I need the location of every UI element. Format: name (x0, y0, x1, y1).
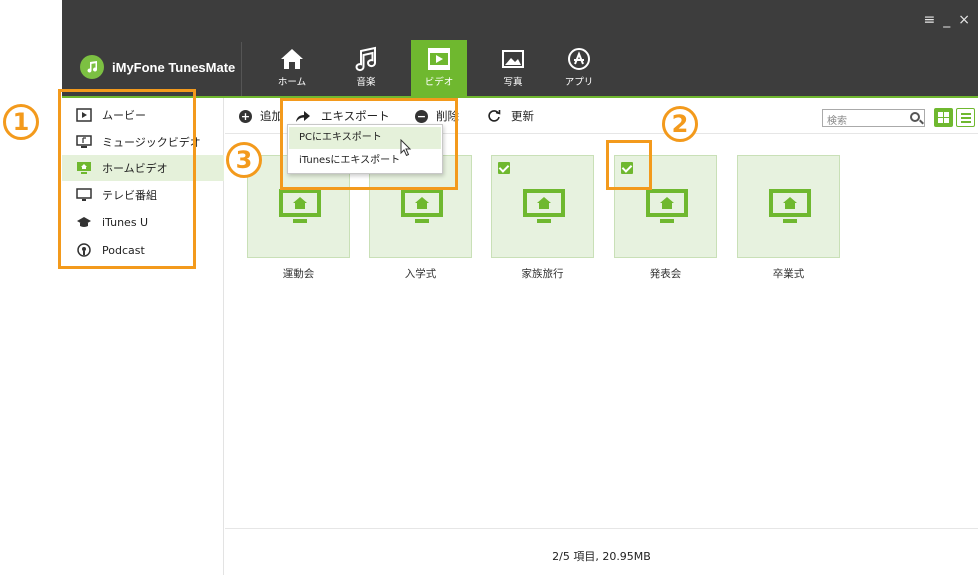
tab-photos[interactable]: 写真 (485, 40, 541, 96)
brand-divider (241, 42, 242, 98)
tab-music[interactable]: 音楽 (338, 40, 394, 96)
annotation-number-2: 2 (662, 106, 698, 142)
video-title: 入学式 (404, 268, 437, 280)
tab-apps-label: アプリ (564, 77, 594, 88)
home-video-icon (279, 189, 321, 223)
annotation-box-sidebar (58, 89, 196, 269)
search-icon[interactable] (910, 112, 920, 122)
search-placeholder: 検索 (827, 116, 847, 127)
music-note-icon (355, 46, 377, 72)
app-window: ≡ _ × iMyFone TunesMate ホーム 音楽 ビデオ 写真 アプリ … (0, 0, 978, 575)
app-logo-icon (80, 55, 104, 79)
refresh-icon (488, 110, 501, 122)
list-view-button[interactable] (956, 108, 975, 127)
app-name: iMyFone TunesMate (112, 59, 236, 75)
window-controls: ≡ _ × (920, 12, 974, 28)
grid-view-button[interactable] (934, 108, 953, 127)
video-card[interactable] (491, 155, 594, 258)
home-icon (281, 49, 303, 69)
annotation-box-export (280, 98, 458, 190)
home-video-icon (769, 189, 811, 223)
annotation-number-3: 3 (226, 142, 262, 178)
tab-apps[interactable]: アプリ (551, 40, 607, 96)
annotation-box-checkbox (606, 140, 652, 190)
tab-video[interactable]: ビデオ (411, 40, 467, 96)
tab-music-label: 音楽 (356, 77, 376, 88)
status-bar: 2/5 項目, 20.95MB (225, 528, 978, 575)
tab-photos-label: 写真 (503, 77, 523, 88)
brand: iMyFone TunesMate (80, 52, 235, 82)
add-button[interactable]: + 追加 (239, 108, 283, 124)
video-checkbox[interactable] (498, 162, 510, 174)
video-title: 卒業式 (772, 268, 805, 280)
search-input[interactable]: 検索 (822, 109, 925, 127)
annotation-number-1: 1 (3, 104, 39, 140)
minimize-button[interactable]: _ (943, 12, 954, 28)
home-video-icon (523, 189, 565, 223)
video-card[interactable] (737, 155, 840, 258)
home-video-icon (646, 189, 688, 223)
menu-icon[interactable]: ≡ (924, 12, 940, 28)
tab-video-label: ビデオ (424, 77, 454, 88)
tab-home[interactable]: ホーム (264, 40, 320, 96)
close-button[interactable]: × (958, 12, 974, 28)
refresh-button[interactable]: 更新 (487, 108, 534, 124)
plus-icon: + (239, 109, 252, 123)
refresh-button-label: 更新 (511, 109, 534, 123)
status-text: 2/5 項目, 20.95MB (552, 550, 651, 563)
app-store-icon (568, 48, 590, 70)
video-title: 家族旅行 (521, 268, 564, 280)
tab-home-label: ホーム (277, 77, 307, 88)
video-title: 発表会 (649, 268, 682, 280)
video-icon (428, 48, 450, 70)
home-video-icon (401, 189, 443, 223)
video-title: 運動会 (282, 268, 315, 280)
photo-icon (502, 50, 524, 68)
